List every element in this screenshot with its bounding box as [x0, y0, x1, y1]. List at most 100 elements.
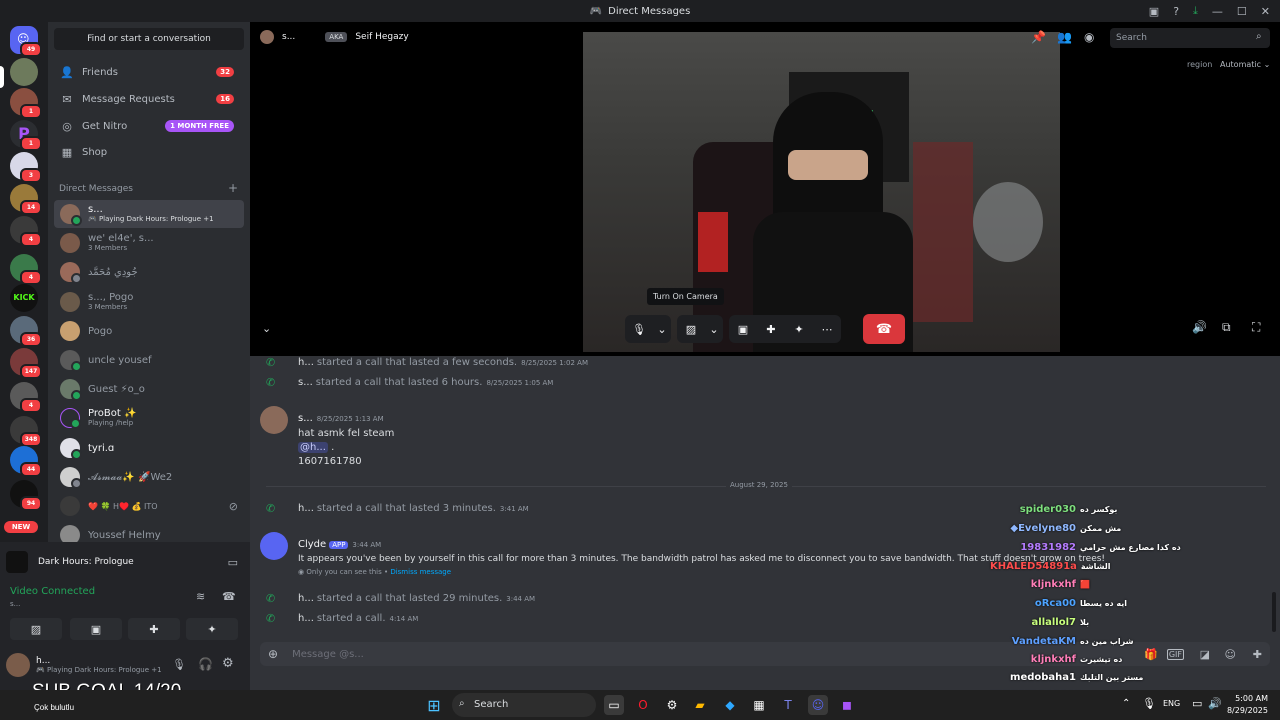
opera-icon[interactable]: O	[633, 695, 653, 715]
server-icon[interactable]: 14	[10, 184, 42, 215]
clyde-avatar[interactable]	[260, 532, 288, 560]
teams-icon[interactable]: T	[778, 695, 798, 715]
fullscreen-icon[interactable]: ⛶	[1252, 320, 1260, 335]
find-conversation-button[interactable]: Find or start a conversation	[54, 28, 244, 50]
chevron-up-icon[interactable]: ⌃	[1122, 698, 1130, 709]
noise-suppression-icon[interactable]: ≋	[196, 590, 205, 603]
activity-button[interactable]: ✚	[757, 316, 785, 342]
avatar[interactable]	[6, 653, 30, 677]
server-icon[interactable]: 147	[10, 348, 42, 379]
server-icon[interactable]: P1	[10, 120, 42, 151]
steam-icon[interactable]: ⚙	[662, 695, 682, 715]
camera-options-button[interactable]: ⌄	[705, 316, 723, 342]
author-name[interactable]: Clyde	[298, 539, 326, 550]
activity-button[interactable]: ✚	[128, 618, 180, 640]
nav-nitro[interactable]: ◎ Get Nitro 1 MONTH FREE	[54, 114, 244, 138]
screen-share-icon[interactable]: ▭	[228, 556, 238, 569]
task-view-icon[interactable]: ▭	[604, 695, 624, 715]
profile-icon[interactable]: ◉	[1084, 30, 1094, 44]
server-icon[interactable]: 44	[10, 446, 42, 477]
screen-share-button[interactable]: ▣	[70, 618, 122, 640]
download-icon[interactable]: ⤓	[1193, 4, 1198, 18]
more-button[interactable]: ⋯	[813, 316, 841, 342]
server-icon[interactable]: 4	[10, 382, 42, 413]
server-icon[interactable]: 4	[10, 254, 42, 285]
voice-channel-name[interactable]: s...	[10, 600, 20, 608]
dm-item[interactable]: we' el4e', s... 3 Members	[54, 229, 244, 257]
inbox-icon[interactable]: ▣	[1149, 5, 1159, 18]
app-icon[interactable]: ◼	[837, 695, 857, 715]
dm-item[interactable]: uncle yousef	[54, 346, 244, 374]
home-button[interactable]: ☺ 49	[10, 26, 42, 57]
call-user-name[interactable]: s...	[282, 32, 295, 42]
dm-item[interactable]: ❤️ 🍀 H♥️ 💰 ITO ⊘	[54, 492, 244, 520]
volume-icon[interactable]: 🔊	[1208, 697, 1222, 710]
region-select[interactable]: Automatic ⌄	[1220, 60, 1270, 69]
dm-item[interactable]: Guest ⚡o_o	[54, 375, 244, 403]
apps-icon[interactable]: ✚	[1253, 648, 1262, 661]
soundboard-button[interactable]: ✦	[186, 618, 238, 640]
add-attachment-icon[interactable]: ⊕	[268, 647, 278, 661]
dm-item[interactable]: جُودِي مُحَمَّد	[54, 258, 244, 286]
camera-button[interactable]: ▨	[677, 316, 705, 342]
server-icon[interactable]: 1	[10, 88, 42, 119]
avatar[interactable]	[260, 406, 288, 434]
headphones-icon[interactable]: 🎧	[198, 657, 213, 671]
hang-up-button[interactable]: ☎	[863, 314, 905, 344]
screen-share-button[interactable]: ▣	[729, 316, 757, 342]
add-friend-icon[interactable]: 👥	[1057, 30, 1072, 44]
taskbar-search[interactable]: Search	[452, 693, 596, 717]
clock[interactable]: 5:00 AM 8/29/2025	[1227, 693, 1268, 717]
dm-item[interactable]: Pogo	[54, 317, 244, 345]
block-icon[interactable]: ⊘	[229, 500, 238, 513]
camera-button[interactable]: ▨	[10, 618, 62, 640]
pin-icon[interactable]: 📌	[1031, 30, 1046, 44]
nav-shop[interactable]: ▦ Shop	[54, 140, 244, 164]
search-input[interactable]: Search	[1110, 28, 1270, 48]
dm-item[interactable]: ProBot ✨ Playing /help	[54, 404, 244, 432]
server-icon[interactable]: 348	[10, 416, 42, 447]
sticker-icon[interactable]: ◪	[1200, 648, 1210, 661]
dm-item[interactable]: s..., Pogo 3 Members	[54, 288, 244, 316]
file-explorer-icon[interactable]: ▰	[690, 695, 710, 715]
windows-start-icon[interactable]: ⊞	[424, 695, 444, 715]
mic-button[interactable]: 🎙	[625, 316, 653, 342]
server-icon[interactable]: 3	[10, 152, 42, 183]
help-icon[interactable]: ?	[1173, 5, 1179, 18]
disconnect-icon[interactable]: ☎	[222, 590, 236, 603]
maximize-button[interactable]: ☐	[1237, 5, 1247, 18]
chevron-down-icon[interactable]: ⌄	[262, 322, 271, 335]
server-icon[interactable]: 4	[10, 216, 42, 247]
create-dm-icon[interactable]: +	[228, 181, 238, 195]
language-indicator[interactable]: ENG	[1163, 699, 1180, 708]
gif-icon[interactable]: GIF	[1166, 648, 1184, 660]
settings-icon[interactable]: ⚙	[222, 656, 234, 671]
discord-taskbar-icon[interactable]: ☺	[808, 695, 828, 715]
volume-icon[interactable]: 🔊	[1192, 320, 1207, 334]
server-icon[interactable]: 36	[10, 316, 42, 347]
kick-server-icon[interactable]: KICK	[10, 284, 38, 312]
minimize-button[interactable]: —	[1212, 5, 1223, 18]
dm-item[interactable]: 𝓐𝓼𝓶𝓪𝓪✨ 🚀We2	[54, 463, 244, 491]
dm-item[interactable]: s... 🎮 Playing Dark Hours: Prologue +1	[54, 200, 244, 228]
monitor-icon[interactable]: ▭	[1192, 697, 1202, 710]
store-icon[interactable]: ▦	[749, 695, 769, 715]
gift-icon[interactable]: 🎁	[1144, 648, 1158, 661]
popout-icon[interactable]: ⧉	[1222, 320, 1231, 335]
mention[interactable]: @h...	[298, 442, 328, 453]
mic-icon[interactable]: 🎙	[1142, 697, 1156, 710]
mic-icon[interactable]: 🎙	[172, 658, 186, 671]
server-icon[interactable]: 94	[10, 480, 42, 511]
nav-message-requests[interactable]: ✉ Message Requests 16	[54, 87, 244, 111]
server-icon[interactable]	[10, 58, 38, 86]
activity-card[interactable]: Dark Hours: Prologue ▭	[6, 548, 244, 576]
nav-friends[interactable]: 👤 Friends 32	[54, 60, 244, 84]
soundboard-button[interactable]: ✦	[785, 316, 813, 342]
author-name[interactable]: s...	[298, 413, 313, 424]
dm-item[interactable]: tyri.ɑ	[54, 434, 244, 462]
copilot-icon[interactable]: ◆	[720, 695, 740, 715]
mic-options-button[interactable]: ⌄	[653, 316, 671, 342]
scrollbar[interactable]	[1272, 592, 1276, 632]
close-button[interactable]: ✕	[1261, 5, 1270, 18]
dismiss-link[interactable]: Dismiss message	[390, 568, 451, 576]
